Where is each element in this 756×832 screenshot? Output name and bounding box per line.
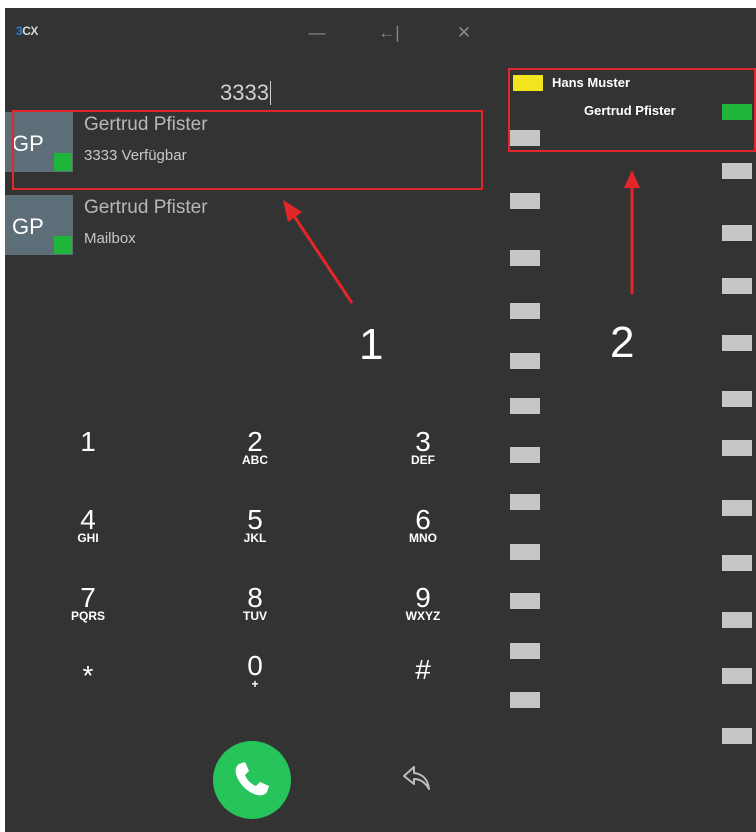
arrow-1-line — [292, 215, 354, 304]
annotation-label-1: 1 — [359, 320, 384, 369]
arrow-1-head — [283, 200, 302, 222]
annotation-arrows — [283, 170, 640, 304]
annotation-label-2: 2 — [610, 318, 635, 367]
arrow-2-head — [624, 170, 640, 188]
